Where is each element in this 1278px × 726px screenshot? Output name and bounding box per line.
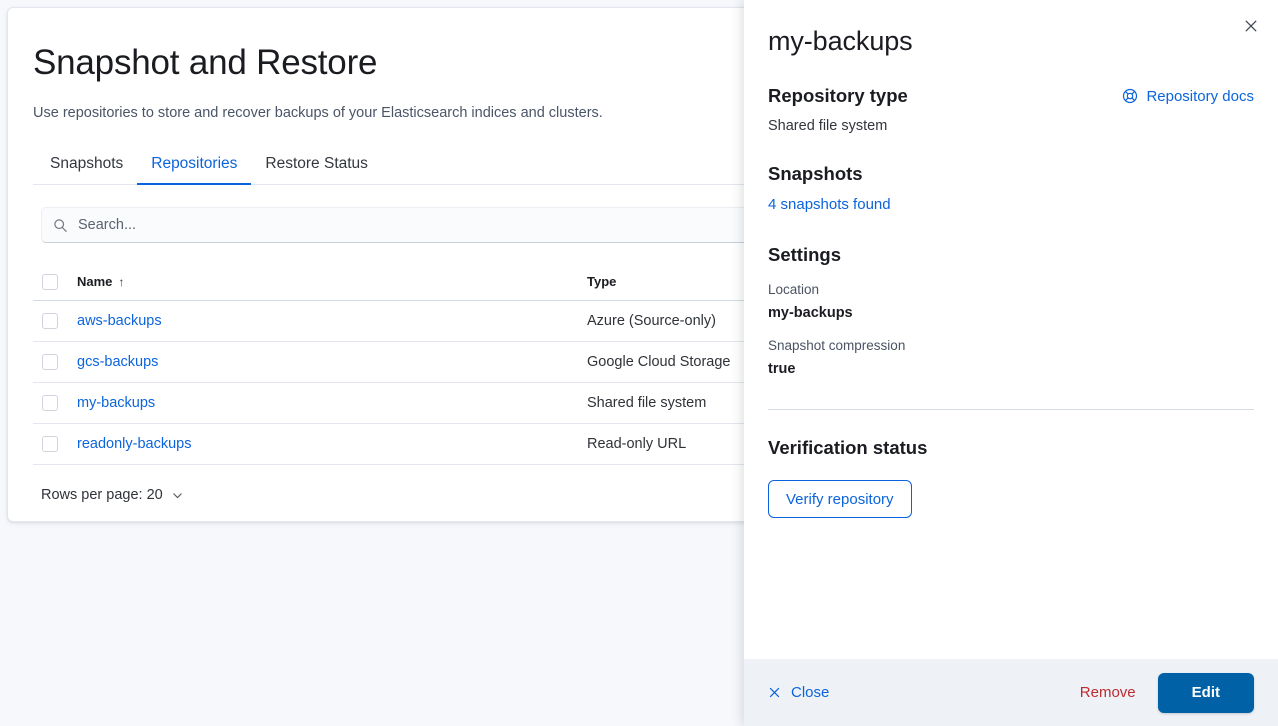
section-divider	[768, 409, 1254, 410]
row-checkbox[interactable]	[42, 313, 58, 329]
tab-snapshots[interactable]: Snapshots	[33, 155, 137, 184]
edit-repository-button[interactable]: Edit	[1157, 672, 1254, 713]
repository-link[interactable]: my-backups	[77, 395, 155, 411]
row-select-cell	[42, 395, 77, 411]
repository-type-heading: Repository type	[768, 85, 908, 106]
repository-docs-link[interactable]: Repository docs	[1122, 88, 1254, 105]
snapshots-found-link[interactable]: 4 snapshots found	[768, 195, 1254, 215]
rows-per-page-label: Rows per page: 20	[41, 487, 163, 503]
repository-link[interactable]: readonly-backups	[77, 436, 191, 452]
flyout-title: my-backups	[768, 26, 913, 56]
row-select-cell	[42, 436, 77, 452]
repository-detail-flyout: my-backups Repository type Repository do…	[744, 0, 1278, 726]
row-checkbox[interactable]	[42, 436, 58, 452]
repository-link[interactable]: aws-backups	[77, 313, 162, 329]
row-checkbox[interactable]	[42, 354, 58, 370]
column-header-name[interactable]: Name ↑	[77, 274, 587, 289]
cell-name: gcs-backups	[77, 354, 587, 370]
repository-type-section-header: Repository type Repository docs	[768, 84, 1254, 108]
close-icon	[769, 687, 780, 698]
page-title: Snapshot and Restore	[33, 43, 378, 82]
cell-name: aws-backups	[77, 313, 587, 329]
chevron-down-icon	[172, 492, 182, 498]
app-root: Snapshot and Restore Use repositories to…	[0, 0, 1278, 726]
footer-close-button[interactable]: Close	[768, 684, 829, 701]
row-checkbox[interactable]	[42, 395, 58, 411]
repository-link[interactable]: gcs-backups	[77, 354, 158, 370]
repository-docs-label: Repository docs	[1146, 87, 1254, 105]
row-select-cell	[42, 313, 77, 329]
repository-type-value: Shared file system	[768, 118, 888, 134]
search-icon	[54, 218, 67, 232]
column-header-name-label: Name	[77, 274, 113, 289]
select-all-checkbox[interactable]	[42, 273, 58, 290]
settings-heading: Settings	[768, 244, 841, 265]
setting-value-compression: true	[768, 361, 796, 377]
remove-repository-button[interactable]: Remove	[1070, 674, 1146, 712]
verify-repository-button[interactable]: Verify repository	[768, 480, 912, 518]
page-subtitle: Use repositories to store and recover ba…	[33, 105, 603, 121]
row-select-cell	[42, 354, 77, 370]
tab-restore-status[interactable]: Restore Status	[251, 155, 382, 184]
lifesaver-help-icon	[1123, 88, 1138, 104]
setting-label-location: Location	[768, 282, 820, 297]
tab-repositories[interactable]: Repositories	[137, 155, 252, 185]
flyout-footer: Close Remove Edit	[744, 659, 1278, 726]
snapshots-heading: Snapshots	[768, 163, 863, 184]
sort-ascending-icon: ↑	[118, 274, 125, 289]
cell-name: readonly-backups	[77, 436, 587, 452]
verification-status-heading: Verification status	[768, 437, 928, 458]
cell-name: my-backups	[77, 395, 587, 411]
setting-value-location: my-backups	[768, 305, 853, 321]
select-all-cell	[42, 273, 77, 290]
footer-close-label: Close	[791, 684, 830, 701]
flyout-body: my-backups Repository type Repository do…	[744, 0, 1278, 659]
setting-label-compression: Snapshot compression	[768, 338, 906, 353]
rows-per-page-control[interactable]: Rows per page: 20	[41, 487, 184, 503]
